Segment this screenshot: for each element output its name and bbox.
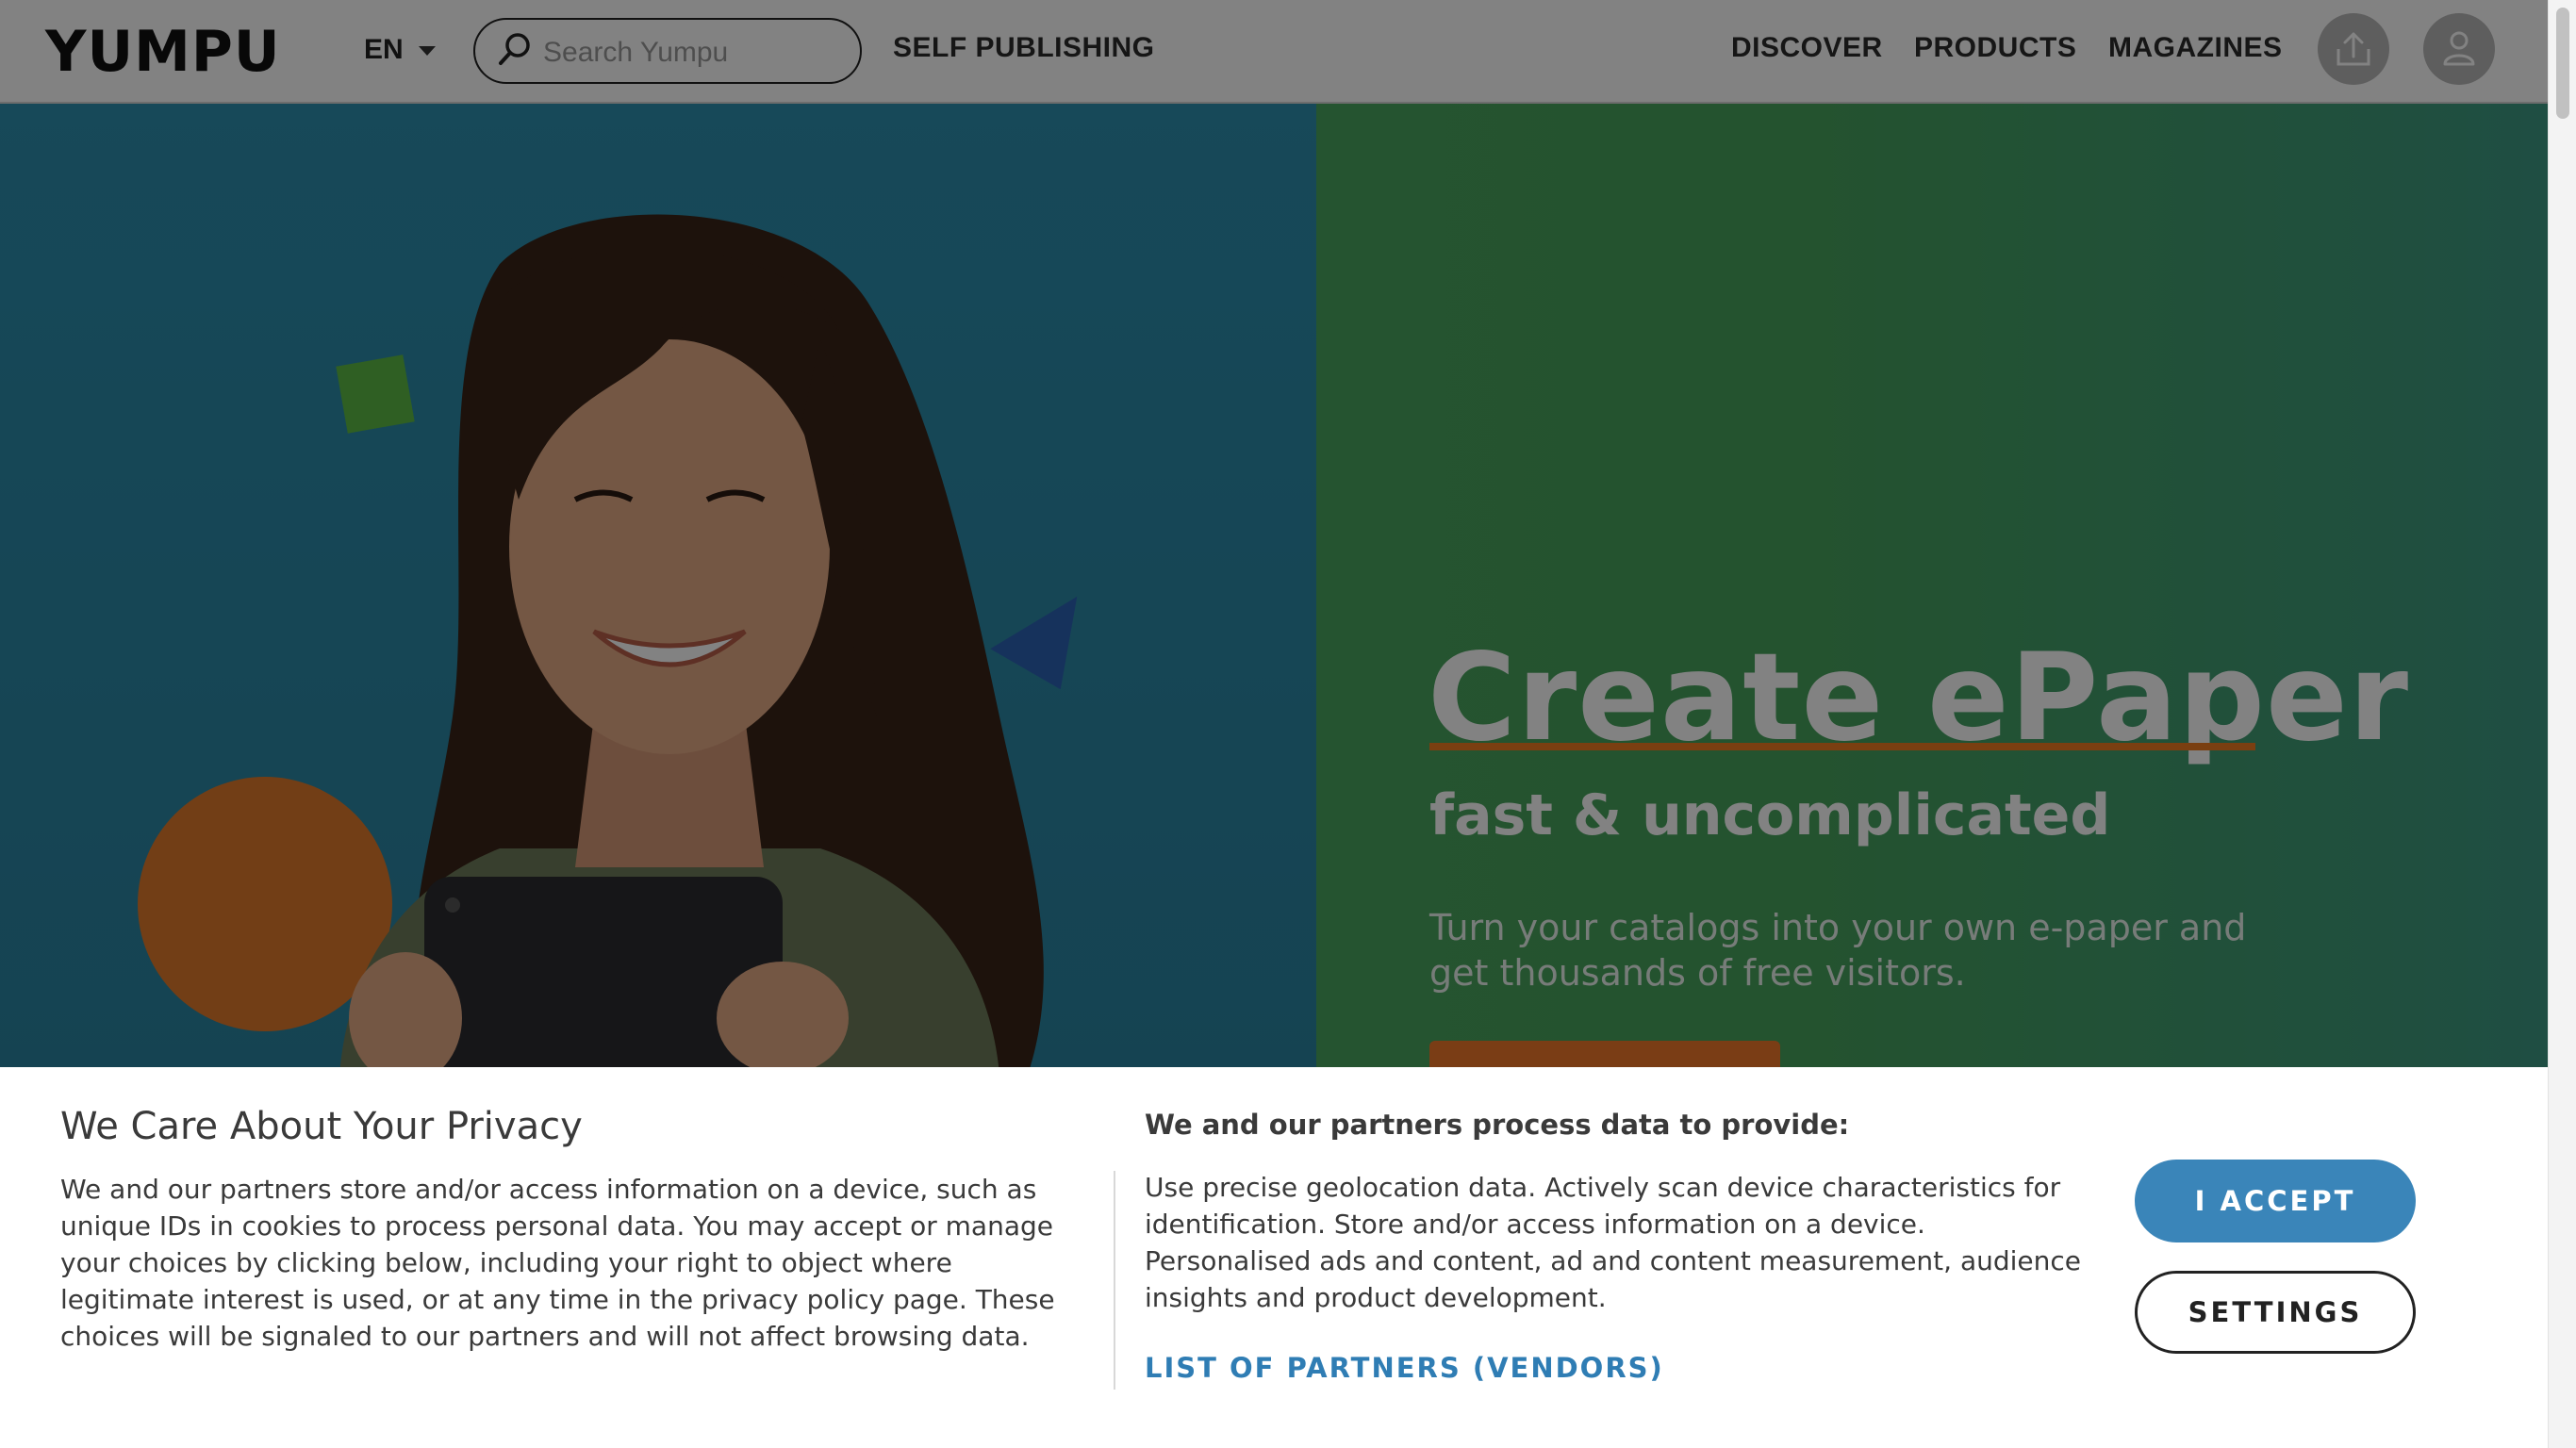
accept-button[interactable]: I ACCEPT [2135,1160,2416,1242]
settings-button[interactable]: SETTINGS [2135,1271,2416,1354]
purposes-title: We and our partners process data to prov… [1145,1109,1850,1141]
scrollbar-thumb[interactable] [2556,8,2569,119]
cookie-consent-banner: We Care About Your Privacy We and our pa… [0,1067,2548,1448]
page-scrollbar[interactable] [2548,0,2576,1448]
privacy-description: We and our partners store and/or access … [60,1174,1055,1352]
privacy-title: We Care About Your Privacy [60,1105,583,1148]
partners-list-link[interactable]: LIST OF PARTNERS (VENDORS) [1145,1352,1664,1384]
banner-divider [1114,1171,1115,1390]
purposes-description: Use precise geolocation data. Actively s… [1145,1172,2082,1313]
